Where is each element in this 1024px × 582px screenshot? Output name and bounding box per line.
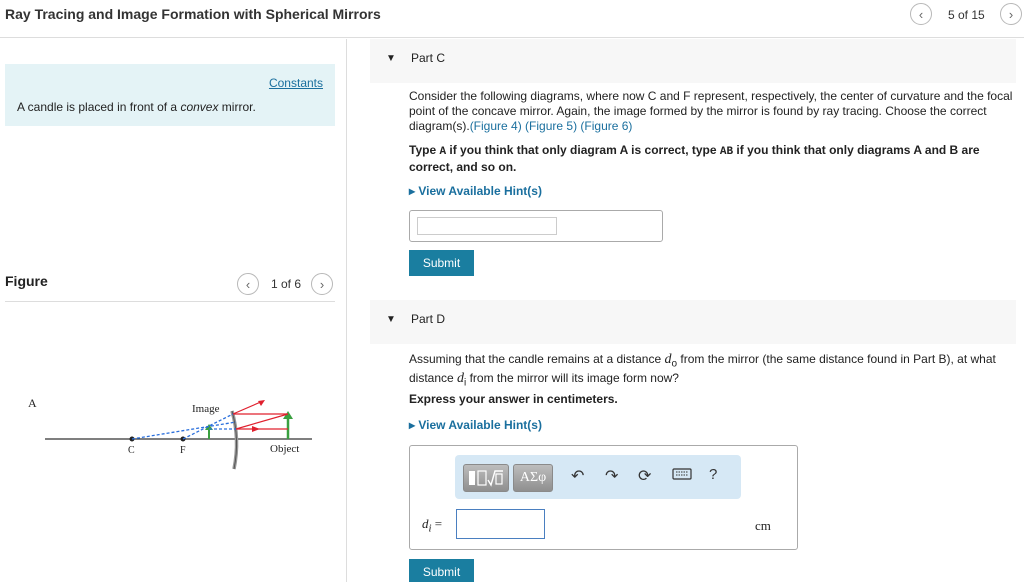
part-c-answer-box (409, 210, 663, 242)
item-pager: 5 of 15 (948, 8, 985, 22)
figure-header: Figure ‹ 1 of 6 › (5, 269, 335, 302)
part-c-submit-button[interactable]: Submit (409, 250, 474, 276)
intro-box: Constants A candle is placed in front of… (5, 64, 335, 126)
right-panel: ▼ Part C Consider the following diagrams… (348, 39, 1024, 582)
top-bar: Ray Tracing and Image Formation with Sph… (0, 0, 1024, 38)
part-d-instructions: Express your answer in centimeters. (409, 392, 618, 406)
figure-6-link[interactable]: (Figure 6) (580, 119, 632, 133)
undo-icon[interactable]: ↶ (571, 466, 584, 486)
templates-icon (469, 470, 503, 487)
templates-button[interactable] (463, 464, 509, 492)
part-d-answer-input[interactable] (456, 509, 545, 539)
figure-diagram: A C F Image Object (20, 389, 320, 479)
diagram-panel-label: A (28, 396, 37, 410)
help-button[interactable]: ? (709, 466, 717, 483)
chevron-right-icon: › (319, 276, 325, 292)
intro-text: A candle is placed in front of a convex … (17, 100, 256, 114)
redo-icon[interactable]: ↷ (605, 466, 618, 486)
math-toolbar: ΑΣφ ↶ ↷ ⟳ ? (455, 455, 741, 499)
object-label: Object (270, 443, 299, 455)
unit-label: cm (755, 518, 771, 533)
virtual-ray-2 (131, 421, 237, 440)
figure-label: Figure (5, 273, 48, 289)
part-d-answer-box: ΑΣφ ↶ ↷ ⟳ ? di = cm (409, 445, 798, 550)
part-c-instructions: Type A if you think that only diagram A … (409, 143, 1009, 175)
part-c-hint-toggle[interactable]: ▸ View Available Hint(s) (409, 184, 542, 198)
chevron-right-icon: › (1008, 6, 1014, 22)
part-c-question: Consider the following diagrams, where n… (409, 89, 1019, 134)
collapse-triangle-icon: ▼ (386, 314, 396, 325)
constants-link[interactable]: Constants (269, 76, 323, 90)
f-label: F (180, 445, 186, 456)
part-d-title: Part D (411, 312, 446, 326)
figure-pager: 1 of 6 (271, 277, 302, 291)
c-label: C (128, 445, 135, 456)
figure-prev-button[interactable]: ‹ (237, 273, 259, 295)
incident-ray-2 (235, 413, 289, 430)
chevron-left-icon: ‹ (245, 276, 251, 292)
keyboard-icon[interactable] (672, 467, 692, 486)
instr-code-ab: AB (719, 146, 734, 158)
part-d-hint-label: View Available Hint(s) (418, 418, 542, 432)
page-title: Ray Tracing and Image Formation with Sph… (5, 6, 381, 22)
part-d-hint-toggle[interactable]: ▸ View Available Hint(s) (409, 418, 542, 432)
ray-diagram-svg: A C F Image Object (28, 396, 312, 470)
part-d-text-1: Assuming that the candle remains at a di… (409, 352, 665, 366)
part-d-text-3: from the mirror will its image form now? (466, 371, 679, 386)
figure-5-link[interactable]: (Figure 5) (525, 119, 577, 133)
part-c-hint-label: View Available Hint(s) (418, 184, 542, 198)
collapse-triangle-icon: ▼ (386, 53, 396, 64)
chevron-left-icon: ‹ (918, 6, 924, 22)
prev-item-button[interactable]: ‹ (910, 3, 932, 25)
image-label: Image (192, 403, 220, 415)
caret-right-icon: ▸ (409, 184, 416, 198)
next-item-button[interactable]: › (1000, 3, 1022, 25)
equals-sign: = (431, 516, 443, 531)
intro-emphasis: convex (180, 100, 219, 114)
greek-symbols-button[interactable]: ΑΣφ (513, 464, 553, 492)
ray-arrowhead-2 (252, 426, 260, 432)
part-d-question: Assuming that the candle remains at a di… (409, 352, 1019, 391)
figure-next-button[interactable]: › (311, 273, 333, 295)
instr-part-2: if you think that only diagram A is corr… (446, 143, 720, 157)
part-c-header[interactable]: ▼ Part C (370, 39, 1016, 83)
reflected-ray-1 (232, 400, 264, 415)
figure-4-link[interactable]: (Figure 4) (470, 119, 522, 133)
caret-right-icon: ▸ (409, 418, 416, 432)
intro-suffix: mirror. (218, 100, 256, 114)
di-label: di = (422, 516, 442, 535)
intro-prefix: A candle is placed in front of a (17, 100, 181, 114)
left-panel: Constants A candle is placed in front of… (0, 39, 347, 582)
part-c-answer-input[interactable] (417, 217, 557, 235)
di-symbol: d (457, 371, 465, 387)
part-d-submit-button[interactable]: Submit (409, 559, 474, 582)
part-c-title: Part C (411, 51, 446, 65)
reset-icon[interactable]: ⟳ (638, 466, 651, 486)
instr-part-1: Type (409, 143, 440, 157)
part-d-header[interactable]: ▼ Part D (370, 300, 1016, 344)
